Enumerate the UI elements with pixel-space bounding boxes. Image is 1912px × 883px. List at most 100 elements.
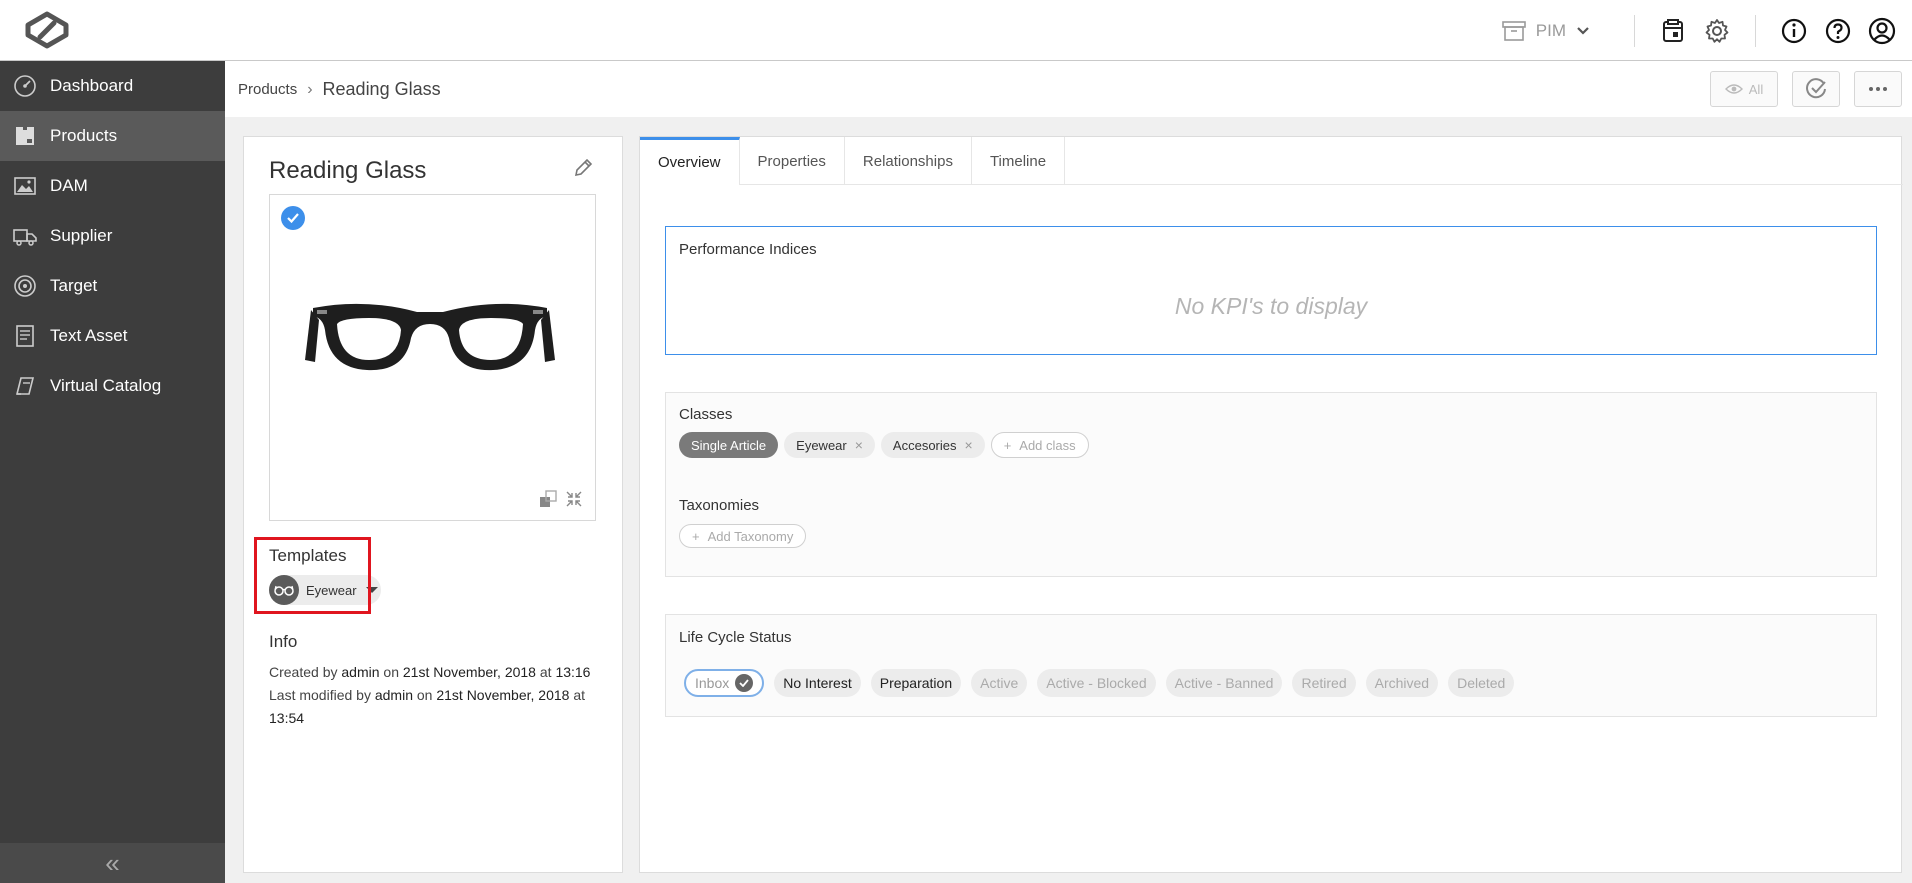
- book-icon: [12, 373, 38, 399]
- plus-icon: +: [1003, 437, 1012, 453]
- class-chip-accesories[interactable]: Accesories ×: [880, 432, 985, 458]
- status-preparation[interactable]: Preparation: [870, 669, 962, 697]
- breadcrumb-actions: All: [1710, 71, 1902, 107]
- status-archived[interactable]: Archived: [1365, 669, 1439, 697]
- product-title: Reading Glass: [269, 157, 427, 184]
- class-chip-label: Eyewear: [796, 437, 847, 453]
- status-active[interactable]: Active: [971, 669, 1028, 697]
- sidebar-item-label: Text Asset: [50, 326, 128, 345]
- status-deleted[interactable]: Deleted: [1448, 669, 1515, 697]
- status-label: Active - Banned: [1174, 675, 1274, 691]
- modified-date: 21st November, 2018: [436, 687, 570, 703]
- user-icon[interactable]: [1868, 17, 1896, 45]
- add-taxonomy-button[interactable]: + Add Taxonomy: [679, 524, 807, 548]
- plus-icon: +: [692, 528, 700, 544]
- remove-icon[interactable]: ×: [855, 437, 863, 453]
- sidebar-item-dam[interactable]: DAM: [0, 161, 225, 211]
- class-chip-label: Accesories: [892, 437, 957, 453]
- divider: [1755, 14, 1756, 47]
- cube-logo-icon[interactable]: [22, 11, 72, 49]
- collapse-sidebar-button[interactable]: «: [0, 843, 225, 883]
- created-at-word: at: [539, 664, 552, 680]
- sidebar-item-text-asset[interactable]: Text Asset: [0, 311, 225, 361]
- taxonomy-chips: + Add Taxonomy: [679, 524, 807, 548]
- modified-on-word: on: [416, 687, 433, 703]
- status-active-blocked[interactable]: Active - Blocked: [1037, 669, 1156, 697]
- approve-button[interactable]: [1792, 71, 1840, 107]
- replace-image-icon[interactable]: [539, 490, 557, 508]
- status-retired[interactable]: Retired: [1292, 669, 1356, 697]
- target-icon: [12, 273, 38, 299]
- breadcrumb-current: Reading Glass: [322, 79, 441, 99]
- sidebar-item-label: Dashboard: [50, 76, 134, 95]
- sidebar-item-target[interactable]: Target: [0, 261, 225, 311]
- image-tools: [539, 490, 583, 508]
- kpi-empty-message: No KPI's to display: [1174, 293, 1368, 319]
- lifecycle-statuses: Inbox No Interest Preparation Active Act…: [684, 669, 1515, 697]
- class-chips: Single Article Eyewear × Accesories × + Add…: [679, 432, 1089, 458]
- sidebar-item-label: DAM: [50, 176, 88, 195]
- performance-title: Performance Indices: [679, 241, 817, 258]
- sidebar-item-label: Target: [50, 276, 98, 295]
- help-icon[interactable]: [1824, 17, 1852, 45]
- sidebar-item-virtual-catalog[interactable]: Virtual Catalog: [0, 361, 225, 411]
- sidebar-item-dashboard[interactable]: Dashboard: [0, 61, 225, 111]
- modified-prefix: Last modified by: [269, 687, 371, 703]
- divider: [1634, 14, 1635, 47]
- tab-overview[interactable]: Overview: [640, 137, 740, 185]
- gear-icon[interactable]: [1703, 17, 1731, 45]
- tab-properties[interactable]: Properties: [740, 137, 845, 185]
- view-all-label: All: [1748, 81, 1764, 97]
- templates-highlight-box: [254, 537, 371, 614]
- image-icon: [12, 173, 38, 199]
- status-label: Inbox: [695, 675, 730, 691]
- add-taxonomy-label: Add Taxonomy: [707, 528, 794, 544]
- view-all-button[interactable]: All: [1710, 71, 1778, 107]
- breadcrumb-products-link[interactable]: Products: [238, 81, 297, 98]
- breadcrumb: Products › Reading Glass: [238, 79, 441, 100]
- created-prefix: Created by: [269, 664, 338, 680]
- info-text: Created by admin on 21st November, 2018 …: [269, 661, 599, 730]
- sidebar-item-supplier[interactable]: Supplier: [0, 211, 225, 261]
- status-no-interest[interactable]: No Interest: [774, 669, 861, 697]
- created-on-word: on: [383, 664, 399, 680]
- primary-image-check-icon[interactable]: [281, 206, 305, 230]
- class-chip-single-article[interactable]: Single Article: [679, 432, 779, 458]
- add-class-button[interactable]: + Add class: [990, 432, 1089, 458]
- product-image: [269, 194, 596, 521]
- status-label: Preparation: [879, 675, 953, 691]
- truck-icon: [12, 223, 38, 249]
- sidebar-item-label: Supplier: [50, 226, 113, 245]
- package-icon: [12, 123, 38, 149]
- tab-bar: Overview Properties Relationships Timeli…: [640, 137, 1903, 185]
- pencil-icon[interactable]: [572, 157, 594, 179]
- module-selector[interactable]: PIM: [1501, 20, 1590, 42]
- sidebar-item-label: Virtual Catalog: [50, 376, 162, 395]
- sidebar-item-products[interactable]: Products: [0, 111, 225, 161]
- status-inbox[interactable]: Inbox: [684, 669, 765, 697]
- info-icon[interactable]: [1780, 17, 1808, 45]
- sidebar: Dashboard Products DAM Supplier Target T…: [0, 61, 225, 883]
- status-label: Retired: [1301, 675, 1347, 691]
- status-active-banned[interactable]: Active - Banned: [1165, 669, 1283, 697]
- class-chip-eyewear[interactable]: Eyewear ×: [784, 432, 875, 458]
- double-chevron-left-icon: «: [105, 847, 120, 878]
- add-class-label: Add class: [1019, 437, 1076, 453]
- remove-icon[interactable]: ×: [965, 437, 973, 453]
- archive-box-icon: [1501, 20, 1526, 41]
- classes-card: Classes Single Article Eyewear × Accesori…: [665, 392, 1877, 577]
- collapse-arrows-icon[interactable]: [565, 490, 583, 508]
- tab-relationships[interactable]: Relationships: [845, 137, 972, 185]
- status-label: Active: [980, 675, 1019, 691]
- taxonomies-title: Taxonomies: [679, 497, 760, 514]
- info-label: Info: [269, 632, 298, 651]
- status-label: No Interest: [783, 675, 852, 691]
- gauge-icon: [12, 73, 38, 99]
- clipboard-calendar-icon[interactable]: [1659, 17, 1687, 45]
- performance-indices-card: Performance Indices No KPI's to display: [665, 226, 1877, 355]
- modified-by: admin: [374, 687, 413, 703]
- tab-timeline[interactable]: Timeline: [972, 137, 1066, 185]
- more-options-button[interactable]: [1854, 71, 1902, 107]
- life-cycle-status-card: Life Cycle Status Inbox No Interest Prep…: [665, 614, 1877, 717]
- product-detail-panel: Overview Properties Relationships Timeli…: [639, 136, 1903, 873]
